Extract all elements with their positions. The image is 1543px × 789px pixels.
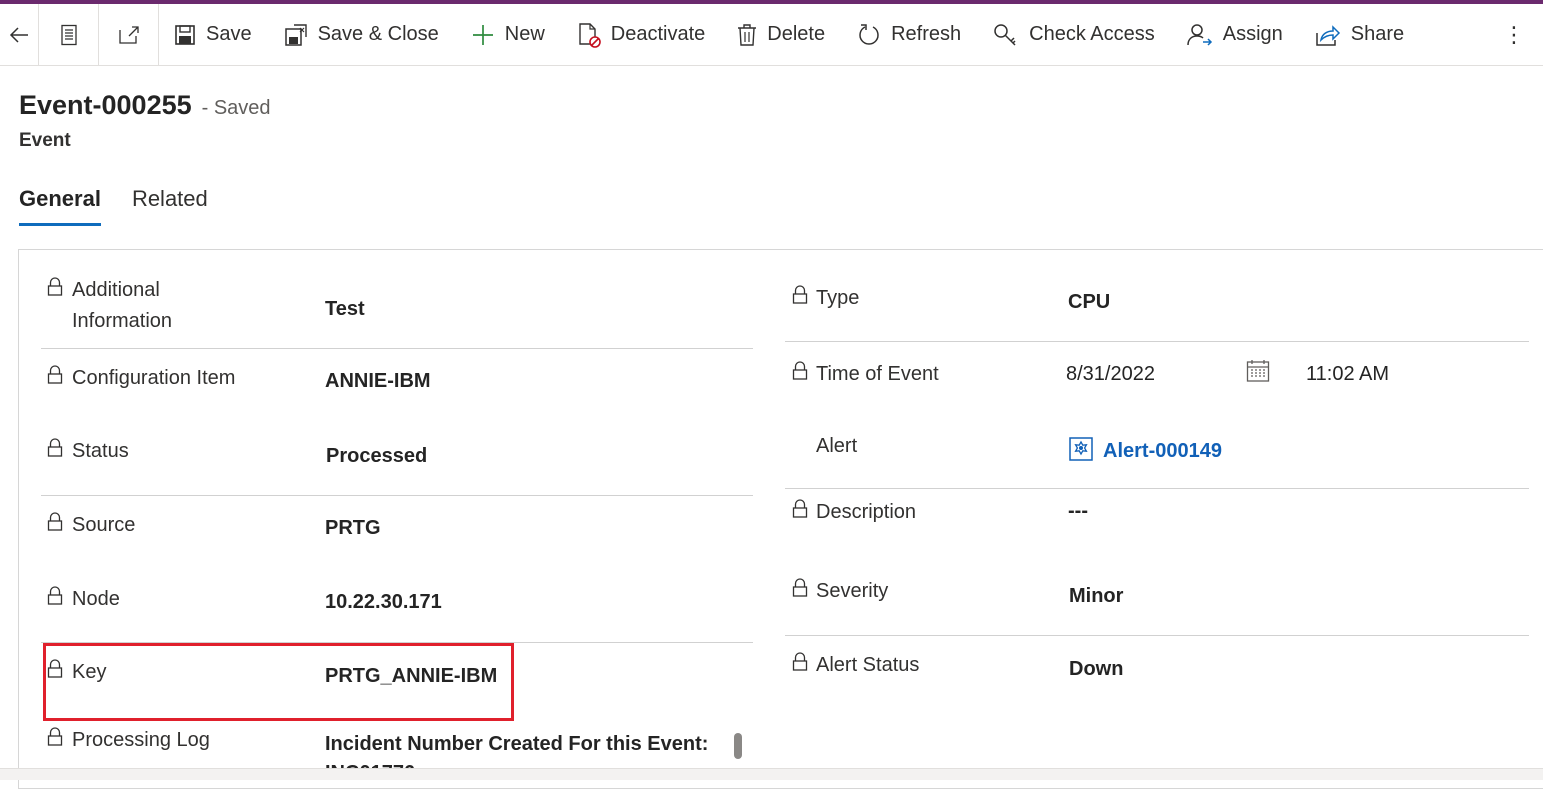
divider — [41, 348, 753, 349]
document-list-icon — [60, 24, 77, 45]
check-access-button[interactable]: Check Access — [978, 4, 1172, 65]
node-label: Node — [72, 588, 120, 610]
person-assign-icon — [1186, 23, 1212, 46]
save-label: Save — [206, 23, 252, 45]
alert-entity-icon — [1069, 437, 1093, 461]
alert-status-value[interactable]: Down — [1069, 658, 1123, 681]
deactivate-button[interactable]: Deactivate — [562, 4, 723, 65]
lock-icon — [792, 578, 808, 597]
pop-out-icon — [118, 25, 139, 44]
type-label: Type — [816, 287, 860, 309]
page-title: Event-000255 — [19, 90, 192, 120]
tab-related[interactable]: Related — [132, 186, 208, 226]
new-label: New — [504, 23, 545, 45]
date-value[interactable]: 8/31/2022 — [1066, 363, 1155, 386]
save-close-icon — [284, 23, 307, 46]
arrow-left-icon — [9, 26, 28, 43]
trash-icon — [738, 23, 757, 46]
save-and-close-button[interactable]: Save & Close — [269, 4, 456, 65]
lock-icon — [47, 512, 63, 531]
lock-icon — [792, 361, 808, 380]
description-value[interactable]: --- — [1068, 500, 1088, 523]
entity-name: Event — [19, 130, 71, 151]
save-button[interactable]: Save — [159, 4, 269, 65]
type-value[interactable]: CPU — [1068, 291, 1110, 314]
configuration-item-label: Configuration Item — [72, 367, 236, 389]
form-view-button[interactable] — [39, 4, 99, 65]
divider — [41, 495, 753, 496]
save-and-close-label: Save & Close — [317, 23, 439, 45]
severity-value[interactable]: Minor — [1069, 585, 1123, 608]
divider — [785, 635, 1529, 636]
save-icon — [175, 24, 195, 45]
lock-icon — [47, 277, 63, 296]
time-of-event-label: Time of Event — [816, 363, 939, 385]
tab-general[interactable]: General — [19, 186, 101, 226]
share-icon — [1316, 24, 1340, 46]
description-label: Description — [816, 501, 917, 523]
refresh-button[interactable]: Refresh — [842, 4, 978, 65]
record-header: Event-000255 - Saved — [19, 90, 271, 121]
delete-label: Delete — [767, 23, 826, 45]
highlight-box — [43, 643, 514, 721]
lock-icon — [47, 586, 63, 605]
additional-information-label: Additional Information — [72, 279, 173, 332]
back-button[interactable] — [0, 4, 38, 65]
severity-label: Severity — [816, 580, 889, 602]
assign-label: Assign — [1222, 23, 1283, 45]
lock-icon — [792, 499, 808, 518]
share-button[interactable]: Share — [1300, 4, 1421, 65]
lock-icon — [47, 365, 63, 384]
delete-button[interactable]: Delete — [722, 4, 842, 65]
refresh-label: Refresh — [891, 23, 962, 45]
source-label: Source — [72, 514, 136, 536]
status-label: Status — [72, 440, 129, 462]
open-new-window-button[interactable] — [99, 4, 159, 65]
alert-status-label: Alert Status — [816, 654, 920, 676]
divider — [785, 341, 1529, 342]
save-status: - Saved — [201, 97, 271, 119]
calendar-icon[interactable] — [1246, 359, 1270, 383]
bottom-bar — [0, 768, 1543, 780]
configuration-item-value[interactable]: ANNIE-IBM — [325, 370, 431, 393]
command-bar: Save Save & Close New Deactivate Delete … — [0, 3, 1543, 66]
lock-icon — [792, 652, 808, 671]
more-commands-button[interactable]: ⋮ — [1503, 22, 1525, 48]
lock-icon — [792, 285, 808, 304]
scrollbar-thumb[interactable] — [734, 733, 742, 759]
deactivate-document-icon — [579, 22, 601, 48]
lock-icon — [47, 438, 63, 457]
status-value[interactable]: Processed — [326, 445, 427, 468]
divider — [785, 488, 1529, 489]
time-value[interactable]: 11:02 AM — [1306, 363, 1389, 386]
additional-information-value[interactable]: Test — [325, 298, 365, 321]
form-tabs: General Related — [19, 186, 239, 226]
node-value[interactable]: 10.22.30.171 — [325, 591, 442, 614]
share-label: Share — [1350, 23, 1405, 45]
new-button[interactable]: New — [456, 4, 562, 65]
alert-label: Alert — [816, 435, 858, 457]
plus-icon — [472, 24, 493, 45]
assign-button[interactable]: Assign — [1172, 4, 1300, 65]
refresh-icon — [859, 23, 879, 45]
processing-log-label: Processing Log — [72, 729, 210, 751]
deactivate-label: Deactivate — [610, 23, 706, 45]
check-access-label: Check Access — [1029, 23, 1155, 45]
alert-link[interactable]: Alert-000149 — [1103, 440, 1222, 463]
lock-icon — [47, 727, 63, 746]
source-value[interactable]: PRTG — [325, 517, 381, 540]
key-icon — [994, 23, 1016, 46]
